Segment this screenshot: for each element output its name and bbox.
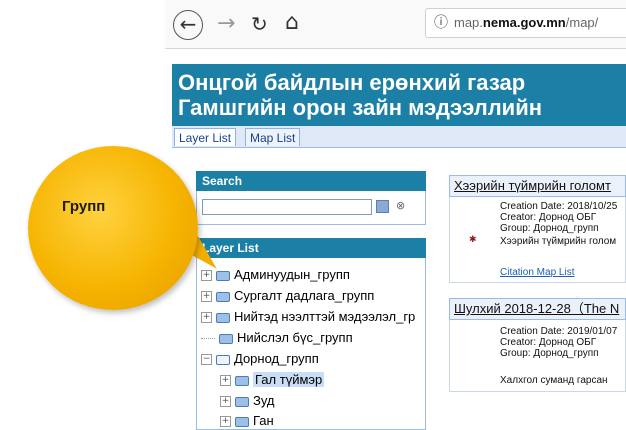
home-icon[interactable]: ⌂ xyxy=(285,8,299,38)
url-prefix: map. xyxy=(454,15,483,30)
header-title-line1: Онцгой байдлын ерөнхий газар xyxy=(178,70,526,95)
citation-map-list-link[interactable]: Citation Map List xyxy=(500,267,574,278)
tree-line xyxy=(201,338,215,340)
map-pin-icon: ✱ xyxy=(469,234,477,244)
result-description: Халхгол суманд гарсан xyxy=(500,375,608,386)
info-icon[interactable]: ⓘ xyxy=(434,15,448,31)
browser-toolbar: ← → ↻ ⌂ ⓘ map.nema.gov.mn/map/ xyxy=(165,0,626,49)
result-card: ✱ Creation Date: 2018/10/25 Creator: Дор… xyxy=(449,197,626,283)
result-description: Хээрийн түймрийн голом xyxy=(500,236,617,247)
tree-item-drought[interactable]: + Ган xyxy=(220,412,274,430)
tree-item-label: Гал түймэр xyxy=(253,372,325,387)
expand-icon[interactable]: + xyxy=(220,396,231,408)
result-creator: Creator: Дорнод ОБГ xyxy=(500,337,597,348)
tab-map-list[interactable]: Map List xyxy=(245,128,301,146)
expand-icon[interactable]: + xyxy=(201,291,212,303)
back-arrow-icon[interactable]: ← xyxy=(173,10,203,40)
callout-label: Групп xyxy=(62,198,106,215)
folder-icon xyxy=(219,333,233,344)
tree-item-admin[interactable]: + Админуудын_групп xyxy=(201,266,350,284)
folder-icon xyxy=(216,270,230,281)
tree-item-public[interactable]: + Нийтэд нээлттэй мэдээлэл_гр xyxy=(201,308,415,326)
search-panel-header: Search xyxy=(196,171,426,191)
tree-item-label: Ган xyxy=(253,413,274,428)
reload-icon[interactable]: ↻ xyxy=(251,10,268,38)
folder-icon xyxy=(235,396,249,407)
folder-icon xyxy=(235,375,249,386)
search-input[interactable] xyxy=(202,199,372,215)
search-clear-icon[interactable]: ⊗ xyxy=(396,199,405,213)
tree-item-capital[interactable]: Нийслэл бүс_групп xyxy=(201,329,353,347)
result-title[interactable]: Шулхий 2018-12-28（The N xyxy=(454,301,619,316)
tree-item-fire[interactable]: + Гал түймэр xyxy=(220,371,325,389)
header-title-line2: Гамшгийн орон зайн мэдээллийн xyxy=(178,95,543,120)
site-header: Онцгой байдлын ерөнхий газар Гамшгийн ор… xyxy=(172,64,626,126)
result-card: Creation Date: 2019/01/07 Creator: Дорно… xyxy=(449,320,626,392)
result-header[interactable]: Шулхий 2018-12-28（The N xyxy=(449,298,626,320)
tree-item-label: Админуудын_групп xyxy=(234,267,350,282)
expand-icon[interactable]: + xyxy=(220,416,231,428)
result-creation-date: Creation Date: 2019/01/07 xyxy=(500,326,618,337)
result-group: Group: Дорнод_групп xyxy=(500,223,599,234)
result-title[interactable]: Хээрийн түймрийн голомт xyxy=(454,178,611,193)
folder-icon xyxy=(235,416,249,427)
expand-icon[interactable]: + xyxy=(220,375,231,387)
tree-item-label: Сургалт дадлага_групп xyxy=(234,288,375,303)
tree-item-label: Нийтэд нээлттэй мэдээлэл_гр xyxy=(234,309,416,324)
tree-item-label: Дорнод_групп xyxy=(234,351,319,366)
url-path: /map/ xyxy=(565,15,599,30)
layer-list-header: Layer List xyxy=(196,238,426,258)
tree-item-dzud[interactable]: + Зуд xyxy=(220,392,275,410)
tree-item-label: Зуд xyxy=(253,393,275,408)
result-creator: Creator: Дорнод ОБГ xyxy=(500,212,597,223)
tree-item-training[interactable]: + Сургалт дадлага_групп xyxy=(201,287,374,305)
result-creation-date: Creation Date: 2018/10/25 xyxy=(500,201,618,212)
callout-bubble xyxy=(28,146,198,310)
forward-arrow-icon[interactable]: → xyxy=(217,10,235,38)
result-header[interactable]: Хээрийн түймрийн голомт xyxy=(449,175,626,197)
address-bar[interactable]: ⓘ map.nema.gov.mn/map/ xyxy=(425,8,626,38)
tree-item-dornod[interactable]: − Дорнод_групп xyxy=(201,350,319,368)
url-domain: nema.gov.mn xyxy=(482,15,566,30)
tab-bar: Layer List Map List xyxy=(172,126,626,148)
tab-layer-list[interactable]: Layer List xyxy=(174,128,237,146)
folder-open-icon xyxy=(216,354,230,365)
tree-item-label: Нийслэл бүс_групп xyxy=(237,330,353,345)
folder-icon xyxy=(216,291,230,302)
search-go-icon[interactable] xyxy=(376,200,389,213)
collapse-icon[interactable]: − xyxy=(201,354,212,366)
result-group: Group: Дорнод_групп xyxy=(500,348,599,359)
expand-icon[interactable]: + xyxy=(201,312,212,324)
folder-icon xyxy=(216,312,230,323)
